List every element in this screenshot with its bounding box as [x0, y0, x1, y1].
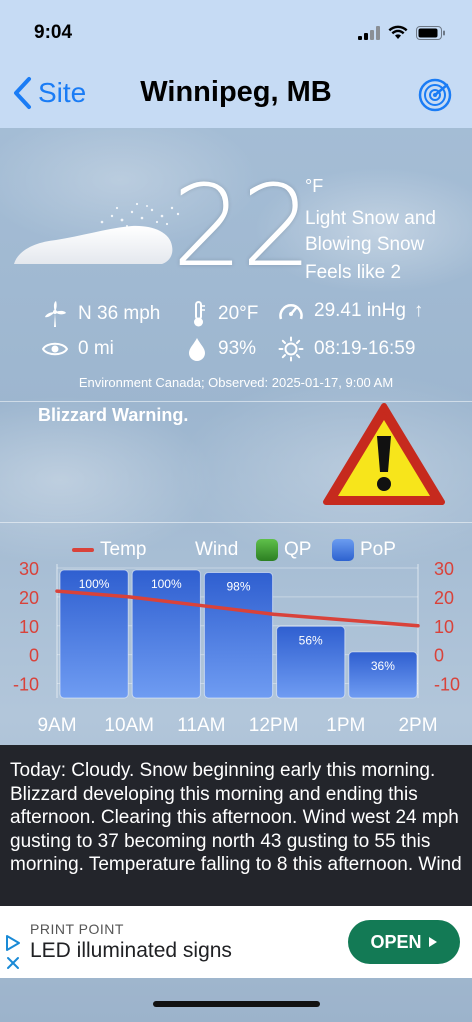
divider	[0, 522, 472, 523]
legend-qp: QP	[256, 539, 311, 561]
sunrise-sunset-value: 08:19-16:59	[314, 338, 416, 359]
y-tick-label: 10	[19, 617, 39, 637]
thermometer-icon	[194, 301, 205, 327]
ad-close-icon[interactable]	[6, 956, 20, 970]
ad-brand: PRINT POINT	[30, 921, 124, 937]
legend-wind-label: Wind	[195, 539, 239, 560]
x-tick-label: 9AM	[37, 715, 76, 736]
y-tick-label: -10	[434, 675, 460, 695]
page-title: Winnipeg, MB	[140, 76, 332, 108]
legend-pop-label: PoP	[360, 539, 396, 560]
y-tick-label: 20	[19, 588, 39, 608]
pressure-detail: 29.41 inHg ↑	[278, 300, 423, 322]
x-tick-label: 10AM	[104, 715, 154, 736]
y-tick-label: 30	[434, 560, 454, 579]
sun-detail: 08:19-16:59	[278, 336, 415, 362]
x-tick-label: 2PM	[398, 715, 437, 736]
pop-bar-label: 98%	[226, 580, 250, 594]
wind-detail: N 36 mph	[42, 300, 160, 328]
y-tick-label: 10	[434, 617, 454, 637]
battery-icon	[416, 25, 445, 40]
y-tick-label: 0	[29, 646, 39, 666]
pop-bar-label: 100%	[79, 577, 110, 591]
hourly-chart: 100% 100% 98%56%36% 3020100-10 3020100-10 …	[13, 560, 460, 736]
signal-icon	[358, 25, 380, 40]
play-arrow-icon	[428, 937, 437, 947]
warning-triangle-icon[interactable]	[322, 402, 446, 511]
forecast-text[interactable]: Today: Cloudy. Snow beginning early this…	[0, 745, 472, 907]
x-tick-label: 11AM	[177, 715, 225, 736]
pop-bar-label: 100%	[151, 577, 182, 591]
legend-qp-swatch	[256, 539, 278, 561]
pressure-value: 29.41 inHg	[314, 300, 406, 321]
legend-temp: Temp	[72, 539, 146, 561]
legend-temp-label: Temp	[100, 539, 147, 560]
snow-cloud-icon	[12, 200, 182, 275]
observation-source: Environment Canada; Observed: 2025-01-17…	[78, 375, 394, 390]
ad-choices-icon[interactable]	[4, 934, 22, 952]
water-drop-icon	[189, 338, 205, 361]
ad-banner[interactable]: PRINT POINT LED illuminated signs OPEN	[0, 906, 472, 978]
status-bar: 9:04	[0, 0, 472, 60]
pressure-trend: ↑	[413, 300, 424, 321]
legend-temp-swatch	[72, 548, 94, 552]
pop-bar-label: 36%	[371, 659, 395, 673]
legend-pop: PoP	[332, 539, 396, 561]
y-tick-label: 0	[434, 646, 444, 666]
dewpoint-detail: 20°F	[190, 300, 258, 328]
pop-bar-label: 56%	[299, 633, 323, 647]
wind-turbine-icon	[45, 301, 66, 327]
x-tick-label: 12PM	[249, 715, 299, 736]
radar-icon	[418, 78, 452, 112]
visibility-detail: 0 mi	[42, 338, 114, 360]
wind-value: N 36 mph	[78, 303, 161, 324]
sun-icon	[278, 336, 304, 362]
legend-wind: Wind	[195, 539, 238, 561]
current-temperature: 22	[172, 162, 313, 292]
feels-like: Feels like 2	[305, 262, 402, 283]
warning-text[interactable]: Blizzard Warning.	[38, 405, 188, 426]
status-time: 9:04	[34, 22, 73, 43]
y-tick-label: -10	[13, 675, 39, 695]
radar-button[interactable]	[418, 78, 452, 117]
ad-open-label: OPEN	[370, 931, 422, 952]
home-indicator	[153, 1001, 320, 1007]
humidity-detail: 93%	[186, 336, 256, 362]
x-tick-label: 1PM	[326, 715, 365, 736]
ad-title[interactable]: LED illuminated signs	[30, 939, 232, 963]
ad-open-button[interactable]: OPEN	[348, 920, 460, 964]
status-icons	[358, 25, 446, 40]
eye-icon	[42, 342, 68, 356]
humidity-value: 93%	[218, 338, 257, 359]
y-tick-label: 30	[19, 560, 39, 579]
current-condition: Light Snow and Blowing Snow	[305, 208, 436, 255]
gauge-icon	[279, 304, 303, 320]
dewpoint-value: 20°F	[218, 303, 259, 324]
y-tick-label: 20	[434, 588, 454, 608]
nav-bar: Site Winnipeg, MB	[0, 60, 472, 128]
temperature-unit: °F	[305, 176, 324, 196]
legend-pop-swatch	[332, 539, 354, 561]
visibility-value: 0 mi	[78, 338, 114, 359]
legend-qp-label: QP	[284, 539, 312, 560]
wifi-icon	[388, 25, 408, 39]
